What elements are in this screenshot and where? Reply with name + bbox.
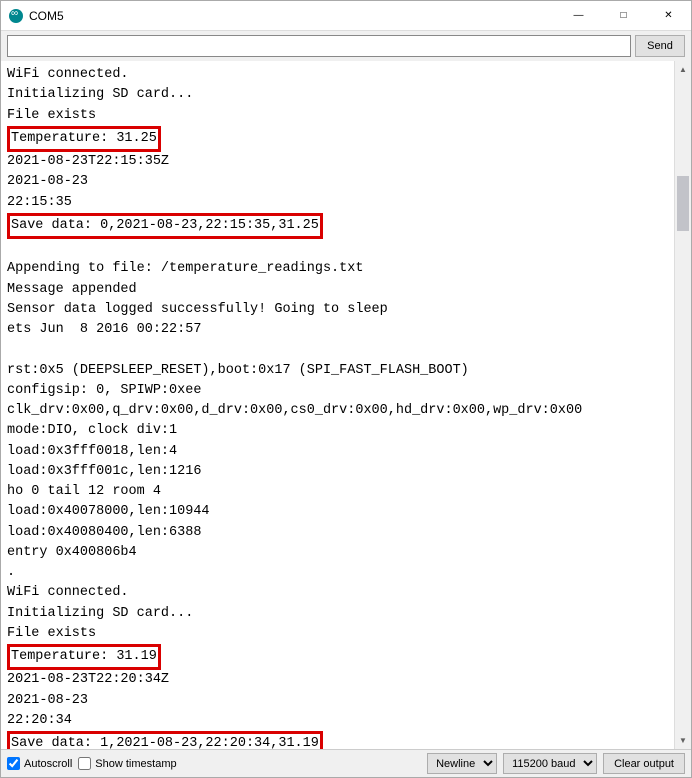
- console-line: File exists: [7, 106, 685, 126]
- timestamp-input[interactable]: [78, 757, 91, 770]
- console-line: load:0x3fff001c,len:1216: [7, 462, 685, 482]
- console-line: 2021-08-23: [7, 172, 685, 192]
- console-area: WiFi connected.Initializing SD card...Fi…: [1, 61, 691, 749]
- window-title: COM5: [29, 9, 556, 23]
- console-line: clk_drv:0x00,q_drv:0x00,d_drv:0x00,cs0_d…: [7, 401, 685, 421]
- timestamp-checkbox[interactable]: Show timestamp: [78, 757, 176, 770]
- highlighted-text: Save data: 0,2021-08-23,22:15:35,31.25: [7, 213, 323, 239]
- send-button[interactable]: Send: [635, 35, 685, 57]
- console-line: 2021-08-23T22:15:35Z: [7, 152, 685, 172]
- console-output: WiFi connected.Initializing SD card...Fi…: [1, 61, 691, 749]
- line-ending-select[interactable]: Newline: [427, 753, 497, 774]
- baud-select[interactable]: 115200 baud: [503, 753, 597, 774]
- console-line: [7, 340, 685, 360]
- highlighted-text: Temperature: 31.19: [7, 644, 161, 670]
- window-controls: — □ ✕: [556, 1, 691, 30]
- scroll-down-icon[interactable]: ▼: [675, 732, 691, 749]
- autoscroll-input[interactable]: [7, 757, 20, 770]
- footer-bar: Autoscroll Show timestamp Newline 115200…: [1, 749, 691, 777]
- console-line: [7, 239, 685, 259]
- console-line: load:0x40080400,len:6388: [7, 523, 685, 543]
- console-line: WiFi connected.: [7, 583, 685, 603]
- console-line: .: [7, 563, 685, 583]
- highlighted-text: Temperature: 31.25: [7, 126, 161, 152]
- console-line: Initializing SD card...: [7, 85, 685, 105]
- console-line: 2021-08-23T22:20:34Z: [7, 670, 685, 690]
- console-line: load:0x40078000,len:10944: [7, 502, 685, 522]
- console-line: Save data: 0,2021-08-23,22:15:35,31.25: [7, 213, 685, 239]
- command-input[interactable]: [7, 35, 631, 57]
- autoscroll-checkbox[interactable]: Autoscroll: [7, 757, 72, 770]
- console-line: entry 0x400806b4: [7, 543, 685, 563]
- console-line: Temperature: 31.19: [7, 644, 685, 670]
- arduino-icon: [9, 9, 23, 23]
- console-line: 2021-08-23: [7, 691, 685, 711]
- console-line: 22:15:35: [7, 193, 685, 213]
- close-button[interactable]: ✕: [646, 1, 691, 30]
- scroll-up-icon[interactable]: ▲: [675, 61, 691, 78]
- highlighted-text: Save data: 1,2021-08-23,22:20:34,31.19: [7, 731, 323, 749]
- scroll-thumb[interactable]: [677, 176, 689, 231]
- clear-output-button[interactable]: Clear output: [603, 753, 685, 774]
- scrollbar[interactable]: ▲ ▼: [674, 61, 691, 749]
- console-line: Sensor data logged successfully! Going t…: [7, 300, 685, 320]
- console-line: 22:20:34: [7, 711, 685, 731]
- autoscroll-label: Autoscroll: [24, 758, 72, 770]
- timestamp-label: Show timestamp: [95, 758, 176, 770]
- console-line: rst:0x5 (DEEPSLEEP_RESET),boot:0x17 (SPI…: [7, 361, 685, 381]
- console-line: Appending to file: /temperature_readings…: [7, 259, 685, 279]
- console-line: File exists: [7, 624, 685, 644]
- command-row: Send: [1, 31, 691, 61]
- console-line: ets Jun 8 2016 00:22:57: [7, 320, 685, 340]
- console-line: Save data: 1,2021-08-23,22:20:34,31.19: [7, 731, 685, 749]
- titlebar: COM5 — □ ✕: [1, 1, 691, 31]
- console-line: Temperature: 31.25: [7, 126, 685, 152]
- console-line: configsip: 0, SPIWP:0xee: [7, 381, 685, 401]
- console-line: Message appended: [7, 280, 685, 300]
- console-line: load:0x3fff0018,len:4: [7, 442, 685, 462]
- maximize-button[interactable]: □: [601, 1, 646, 30]
- console-line: mode:DIO, clock div:1: [7, 421, 685, 441]
- minimize-button[interactable]: —: [556, 1, 601, 30]
- console-line: ho 0 tail 12 room 4: [7, 482, 685, 502]
- console-line: WiFi connected.: [7, 65, 685, 85]
- console-line: Initializing SD card...: [7, 604, 685, 624]
